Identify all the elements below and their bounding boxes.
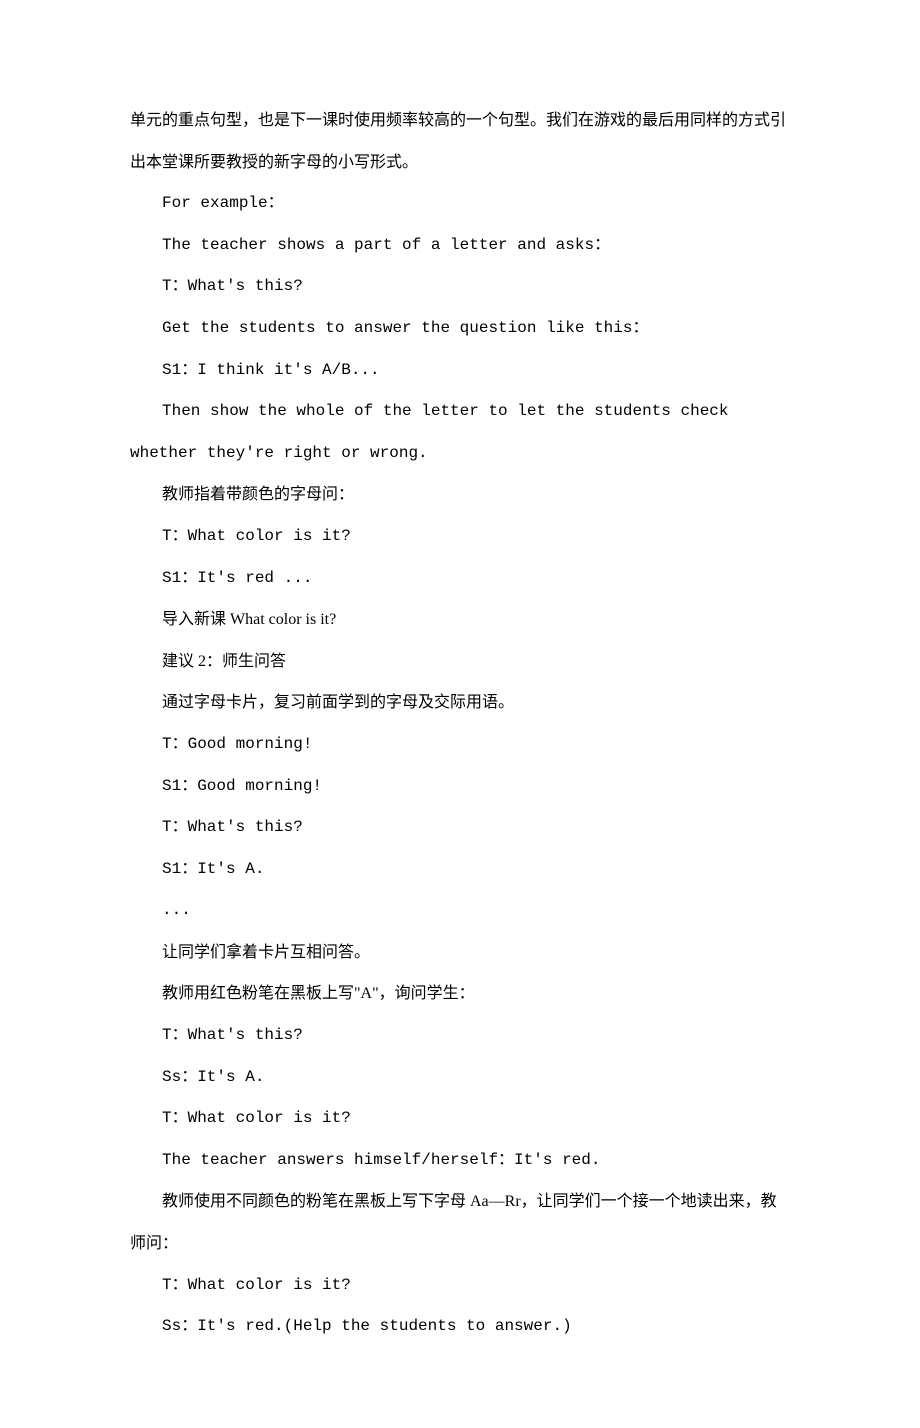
paragraph-line: 导入新课 What color is it?: [130, 599, 790, 641]
paragraph-line: T：What's this?: [130, 1015, 790, 1057]
paragraph-line: S1：It's red ...: [130, 558, 790, 600]
paragraph-line: S1：Good morning!: [130, 766, 790, 808]
paragraph-line: ...: [130, 890, 790, 932]
paragraph-line: 让同学们拿着卡片互相问答。: [130, 932, 790, 974]
paragraph-line: 教师指着带颜色的字母问：: [130, 474, 790, 516]
paragraph-line: 单元的重点句型，也是下一课时使用频率较高的一个句型。我们在游戏的最后用同样的方式…: [130, 100, 790, 183]
paragraph-line: Ss：It's A.: [130, 1057, 790, 1099]
paragraph-line: Get the students to answer the question …: [130, 308, 790, 350]
paragraph-line: The teacher shows a part of a letter and…: [130, 225, 790, 267]
paragraph-line: For example：: [130, 183, 790, 225]
paragraph-line: T：What color is it?: [130, 516, 790, 558]
paragraph-line: S1：I think it's A/B...: [130, 350, 790, 392]
paragraph-line: 通过字母卡片，复习前面学到的字母及交际用语。: [130, 682, 790, 724]
paragraph-line: Ss：It's red.(Help the students to answer…: [130, 1306, 790, 1348]
paragraph-line: T：What's this?: [130, 266, 790, 308]
paragraph-line: T：What's this?: [130, 807, 790, 849]
paragraph-line: T：What color is it?: [130, 1265, 790, 1307]
paragraph-line: The teacher answers himself/herself：It's…: [130, 1140, 790, 1182]
paragraph-line: 建议 2：师生问答: [130, 641, 790, 683]
paragraph-line: 教师用红色粉笔在黑板上写"A"，询问学生：: [130, 973, 790, 1015]
paragraph-line: S1：It's A.: [130, 849, 790, 891]
paragraph-line: 教师使用不同颜色的粉笔在黑板上写下字母 Aa—Rr，让同学们一个接一个地读出来，…: [130, 1181, 790, 1264]
paragraph-line: T：Good morning!: [130, 724, 790, 766]
paragraph-line: Then show the whole of the letter to let…: [130, 391, 790, 474]
paragraph-line: T：What color is it?: [130, 1098, 790, 1140]
document-page: 单元的重点句型，也是下一课时使用频率较高的一个句型。我们在游戏的最后用同样的方式…: [0, 0, 920, 1428]
